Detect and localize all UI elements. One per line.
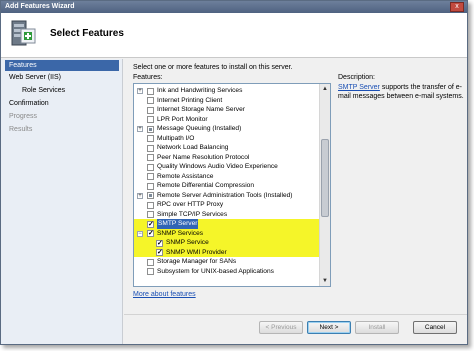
feature-row[interactable]: Remote Assistance: [134, 172, 320, 182]
scroll-thumb[interactable]: [321, 139, 329, 217]
feature-checkbox[interactable]: [147, 97, 154, 104]
feature-label: SMTP Server: [157, 219, 199, 229]
description-label: Description:: [338, 74, 375, 81]
feature-checkbox[interactable]: ✓: [156, 249, 163, 256]
close-icon[interactable]: x: [450, 2, 464, 12]
features-tree[interactable]: Subsystem for UNIX-based Applications Sto…: [133, 83, 331, 287]
feature-row[interactable]: RPC over HTTP Proxy: [134, 200, 320, 210]
feature-checkbox[interactable]: [147, 87, 154, 95]
description-text: SMTP Server supports the transfer of e-m…: [338, 83, 466, 101]
feature-row[interactable]: ✓ SNMP WMI Provider: [134, 247, 320, 257]
feature-label: LPR Port Monitor: [157, 115, 208, 123]
feature-label: Internet Storage Name Server: [157, 106, 245, 113]
feature-checkbox[interactable]: [147, 135, 154, 142]
feature-checkbox[interactable]: [147, 125, 154, 133]
feature-row[interactable]: − ✓ SNMP Services: [134, 228, 320, 238]
feature-checkbox[interactable]: ✓: [156, 239, 163, 247]
server-features-icon: [11, 20, 36, 46]
feature-label: Internet Printing Client: [157, 96, 223, 104]
feature-row[interactable]: Storage Manager for SANs: [134, 257, 320, 267]
feature-label: SNMP WMI Provider: [166, 248, 227, 256]
step-role-services[interactable]: Role Services: [5, 85, 119, 96]
feature-checkbox[interactable]: ✓: [147, 230, 154, 237]
scroll-down-icon[interactable]: ▼: [320, 276, 330, 286]
feature-checkbox[interactable]: [147, 182, 154, 190]
feature-label: Remote Server Administration Tools (Inst…: [157, 191, 293, 199]
description-link[interactable]: SMTP Server: [338, 84, 380, 91]
feature-row[interactable]: ✓ SNMP Service: [134, 238, 320, 248]
step-results: Results: [9, 126, 33, 133]
feature-checkbox[interactable]: [147, 211, 154, 218]
step-web-server[interactable]: Web Server (IIS): [5, 72, 119, 83]
install-button[interactable]: Install: [355, 321, 399, 334]
more-about-features-link[interactable]: More about features: [133, 291, 196, 298]
feature-label: Ink and Handwriting Services: [157, 87, 243, 94]
feature-row[interactable]: + Remote Server Administration Tools (Ins…: [134, 191, 320, 201]
feature-label: Storage Manager for SANs: [157, 258, 237, 265]
feature-label: SNMP Service: [166, 239, 209, 246]
instruction-text: Select one or more features to install o…: [133, 64, 293, 71]
feature-row[interactable]: + Ink and Handwriting Services: [134, 86, 320, 96]
feature-checkbox[interactable]: [147, 258, 154, 266]
feature-row[interactable]: ✓ SMTP Server: [134, 219, 320, 229]
feature-row[interactable]: + Message Queuing (Installed): [134, 124, 320, 134]
wizard-window: Add Features Wizard x Select Features Fe…: [0, 0, 468, 345]
feature-label: Quality Windows Audio Video Experience: [157, 163, 278, 170]
feature-label: Network Load Balancing: [157, 144, 229, 151]
feature-checkbox[interactable]: [147, 163, 154, 171]
feature-row[interactable]: Simple TCP/IP Services: [134, 210, 320, 220]
feature-row[interactable]: LPR Port Monitor: [134, 115, 320, 125]
feature-row[interactable]: Peer Name Resolution Protocol: [134, 153, 320, 163]
feature-checkbox[interactable]: [147, 116, 154, 123]
wizard-header: Select Features: [1, 13, 467, 58]
feature-label: Multipath I/O: [157, 134, 195, 142]
expand-icon[interactable]: +: [137, 126, 143, 132]
feature-label: Message Queuing (Installed): [157, 125, 242, 132]
collapse-icon[interactable]: −: [137, 230, 143, 237]
feature-checkbox[interactable]: [147, 106, 154, 114]
feature-row[interactable]: Network Load Balancing: [134, 143, 320, 153]
feature-label: RPC over HTTP Proxy: [157, 201, 224, 208]
features-label: Features:: [133, 74, 163, 81]
wizard-steps-sidebar: Features Web Server (IIS) Role Services …: [1, 59, 123, 344]
feature-checkbox[interactable]: [147, 154, 154, 161]
feature-label: Simple TCP/IP Services: [157, 210, 228, 218]
feature-row[interactable]: Internet Storage Name Server: [134, 105, 320, 115]
feature-row[interactable]: Multipath I/O: [134, 134, 320, 144]
feature-checkbox[interactable]: [147, 268, 154, 275]
feature-label: SNMP Services: [157, 229, 204, 237]
next-button[interactable]: Next >: [307, 321, 351, 334]
title-bar[interactable]: Add Features Wizard x: [1, 1, 467, 13]
cancel-button[interactable]: Cancel: [413, 321, 457, 334]
step-confirmation[interactable]: Confirmation: [5, 98, 119, 109]
step-progress: Progress: [9, 113, 38, 120]
feature-checkbox[interactable]: [147, 192, 154, 199]
feature-checkbox[interactable]: [147, 173, 154, 180]
feature-label: Peer Name Resolution Protocol: [157, 153, 250, 161]
feature-label: Remote Differential Compression: [157, 182, 254, 189]
feature-row[interactable]: Remote Differential Compression: [134, 181, 320, 191]
expand-icon[interactable]: +: [137, 88, 143, 94]
main-panel: Select one or more features to install o…: [124, 59, 467, 314]
feature-checkbox[interactable]: ✓: [147, 220, 154, 228]
wizard-footer: < Previous Next > Install Cancel: [124, 314, 467, 344]
feature-label: Subsystem for UNIX-based Applications: [157, 267, 274, 275]
window-title: Add Features Wizard: [5, 3, 75, 10]
expand-icon[interactable]: +: [137, 192, 143, 199]
feature-row[interactable]: Internet Printing Client: [134, 96, 320, 106]
vertical-scrollbar[interactable]: ▲ ▼: [319, 84, 330, 286]
page-title: Select Features: [50, 28, 124, 39]
feature-label: Remote Assistance: [157, 172, 214, 180]
feature-checkbox[interactable]: [147, 144, 154, 152]
step-features[interactable]: Features: [5, 60, 119, 71]
scroll-up-icon[interactable]: ▲: [320, 84, 330, 94]
feature-checkbox[interactable]: [147, 201, 154, 209]
previous-button[interactable]: < Previous: [259, 321, 303, 334]
feature-row[interactable]: Subsystem for UNIX-based Applications: [134, 267, 320, 277]
feature-row[interactable]: Quality Windows Audio Video Experience: [134, 162, 320, 172]
